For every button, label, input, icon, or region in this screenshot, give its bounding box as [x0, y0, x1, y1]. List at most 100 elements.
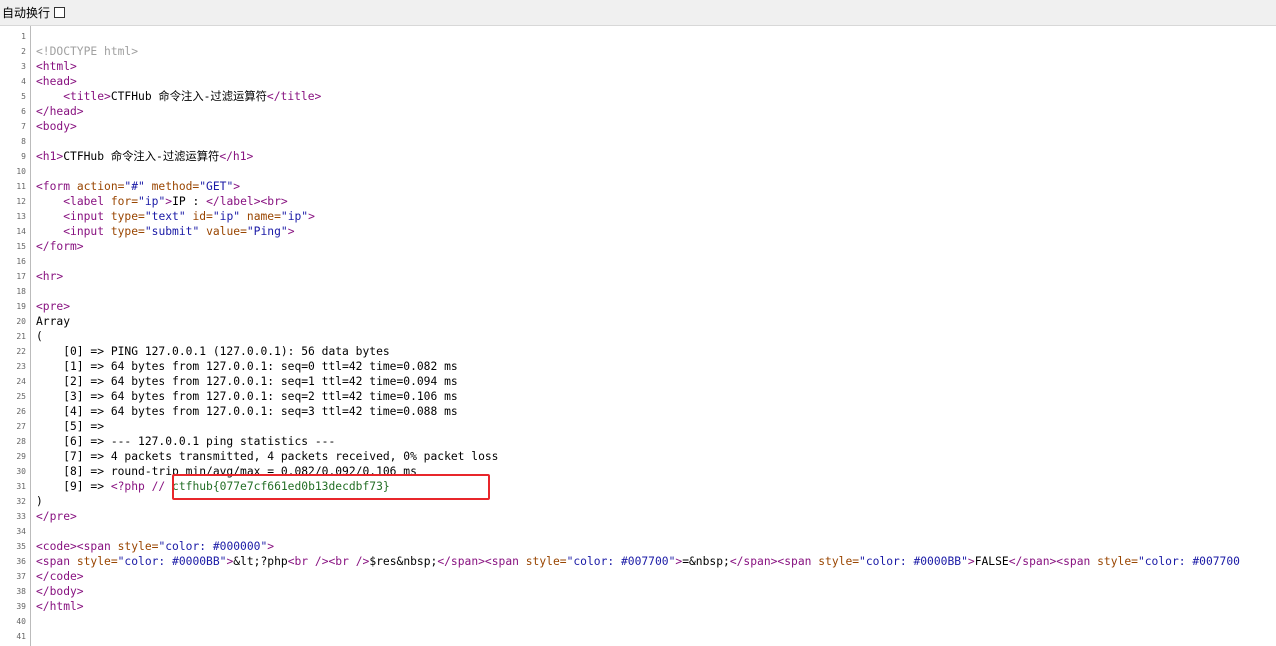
source-line: 11 <form action="#" method="GET">	[0, 179, 1276, 194]
line-code: <span style="color: #0000BB">&lt;?php<br…	[36, 554, 1240, 569]
code-token: [6] => --- 127.0.0.1 ping statistics ---	[36, 435, 336, 448]
line-number: 14	[16, 227, 26, 236]
source-line: 17 <hr>	[0, 269, 1276, 284]
code-token: "ip"	[212, 210, 241, 223]
line-wrap-checkbox[interactable]	[54, 7, 66, 18]
line-number: 33	[16, 512, 26, 521]
code-token: <!DOCTYPE html>	[36, 45, 139, 58]
line-code: [4] => 64 bytes from 127.0.0.1: seq=3 tt…	[36, 404, 458, 419]
line-number: 38	[16, 587, 26, 596]
line-number: 17	[16, 272, 26, 281]
code-token: "color: #0000BB"	[859, 555, 968, 568]
code-token: "ip"	[280, 210, 309, 223]
code-token: [7] => 4 packets transmitted, 4 packets …	[36, 450, 499, 463]
line-code: <pre>	[36, 299, 70, 314]
source-line: 1	[0, 29, 1276, 44]
line-code: <hr>	[36, 269, 63, 284]
code-token: <?php //	[110, 480, 173, 493]
line-code: <html>	[36, 59, 77, 74]
code-token: </code>	[36, 570, 84, 583]
code-token: name=	[240, 210, 281, 223]
code-token: </span><span	[1008, 555, 1098, 568]
line-number: 13	[16, 212, 26, 221]
code-token: >	[287, 225, 295, 238]
line-code: (	[36, 329, 43, 344]
line-number: 31	[16, 482, 26, 491]
code-token: <h1>	[36, 150, 64, 163]
line-number: 35	[16, 542, 26, 551]
line-code: <form action="#" method="GET">	[36, 179, 240, 194]
code-token: "ip"	[138, 195, 166, 208]
code-token: >	[267, 540, 275, 553]
source-line: 2 <!DOCTYPE html>	[0, 44, 1276, 59]
code-token: <input	[63, 210, 111, 223]
code-token: =&nbsp;	[682, 555, 730, 568]
line-number: 23	[16, 362, 26, 371]
code-token: for=	[110, 195, 139, 208]
code-token: IP :	[172, 195, 207, 208]
line-number: 11	[16, 182, 26, 191]
line-number: 41	[16, 632, 26, 641]
code-token: </body>	[36, 585, 84, 598]
code-token: [5] =>	[36, 420, 105, 433]
source-line: 41	[0, 629, 1276, 644]
code-token: <label	[63, 195, 111, 208]
line-number: 34	[16, 527, 26, 536]
line-number: 25	[16, 392, 26, 401]
source-line: 24 [2] => 64 bytes from 127.0.0.1: seq=1…	[0, 374, 1276, 389]
code-token: value=	[199, 225, 247, 238]
line-code: </pre>	[36, 509, 77, 524]
code-token: "color: #000000"	[158, 540, 268, 553]
line-code: <input type="submit" value="Ping">	[36, 224, 295, 239]
code-token: <head>	[36, 75, 77, 88]
source-line: 13 <input type="text" id="ip" name="ip">	[0, 209, 1276, 224]
line-number: 16	[16, 257, 26, 266]
code-token: <br /><br />	[287, 555, 370, 568]
line-number: 18	[16, 287, 26, 296]
source-line: 10	[0, 164, 1276, 179]
source-line: 7 <body>	[0, 119, 1276, 134]
code-token: <body>	[36, 120, 77, 133]
line-number: 20	[16, 317, 26, 326]
source-line: 38 </body>	[0, 584, 1276, 599]
code-token: method=	[144, 180, 200, 193]
code-token: </span><span	[437, 555, 526, 568]
line-number: 30	[16, 467, 26, 476]
code-token: <pre>	[36, 300, 71, 313]
line-wrap-label: 自动换行	[2, 6, 51, 20]
line-number: 37	[16, 572, 26, 581]
line-number: 22	[16, 347, 26, 356]
line-code: [3] => 64 bytes from 127.0.0.1: seq=2 tt…	[36, 389, 457, 404]
code-token: [2] => 64 bytes from 127.0.0.1: seq=1 tt…	[36, 375, 458, 388]
code-token: type=	[110, 210, 145, 223]
code-token: $res&nbsp;	[369, 555, 438, 568]
code-token: <input	[63, 225, 111, 238]
line-number: 7	[21, 122, 26, 131]
code-token: id=	[185, 210, 213, 223]
line-number: 1	[21, 32, 26, 41]
line-number: 40	[16, 617, 26, 626]
code-token: [0] => PING 127.0.0.1 (127.0.0.1): 56 da…	[36, 345, 390, 358]
code-token: <hr>	[36, 270, 64, 283]
code-token: [4] => 64 bytes from 127.0.0.1: seq=3 tt…	[36, 405, 458, 418]
code-token: CTFHub 命令注入-过滤运算符	[63, 150, 220, 163]
code-token: Array	[36, 315, 71, 328]
code-token: </pre>	[36, 510, 77, 523]
source-line: 29 [7] => 4 packets transmitted, 4 packe…	[0, 449, 1276, 464]
source-line: 37 </code>	[0, 569, 1276, 584]
code-token: "color: #007700"	[566, 555, 676, 568]
line-number: 15	[16, 242, 26, 251]
code-token: >	[233, 180, 241, 193]
line-code: </body>	[36, 584, 84, 599]
source-line: 18	[0, 284, 1276, 299]
code-token: style=	[76, 555, 118, 568]
line-number: 27	[16, 422, 26, 431]
line-number: 10	[16, 167, 26, 176]
source-line: 4 <head>	[0, 74, 1276, 89]
code-token: [1] => 64 bytes from 127.0.0.1: seq=0 tt…	[36, 360, 458, 373]
line-code: [6] => --- 127.0.0.1 ping statistics ---	[36, 434, 335, 449]
line-number: 3	[21, 62, 26, 71]
